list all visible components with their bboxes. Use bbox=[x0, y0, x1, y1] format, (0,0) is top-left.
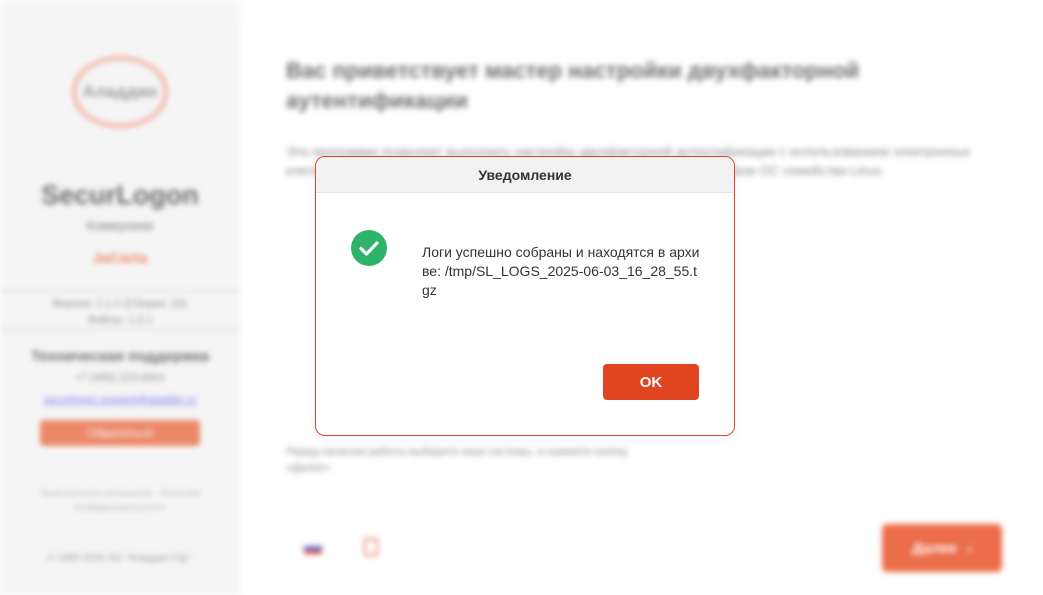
ok-button[interactable]: OK bbox=[603, 364, 699, 400]
notification-dialog: Уведомление Логи успешно собраны и наход… bbox=[315, 156, 735, 436]
dialog-message: Логи успешно собраны и находятся в архив… bbox=[422, 244, 700, 298]
dialog-title: Уведомление bbox=[316, 157, 734, 193]
success-check-icon bbox=[351, 230, 387, 266]
